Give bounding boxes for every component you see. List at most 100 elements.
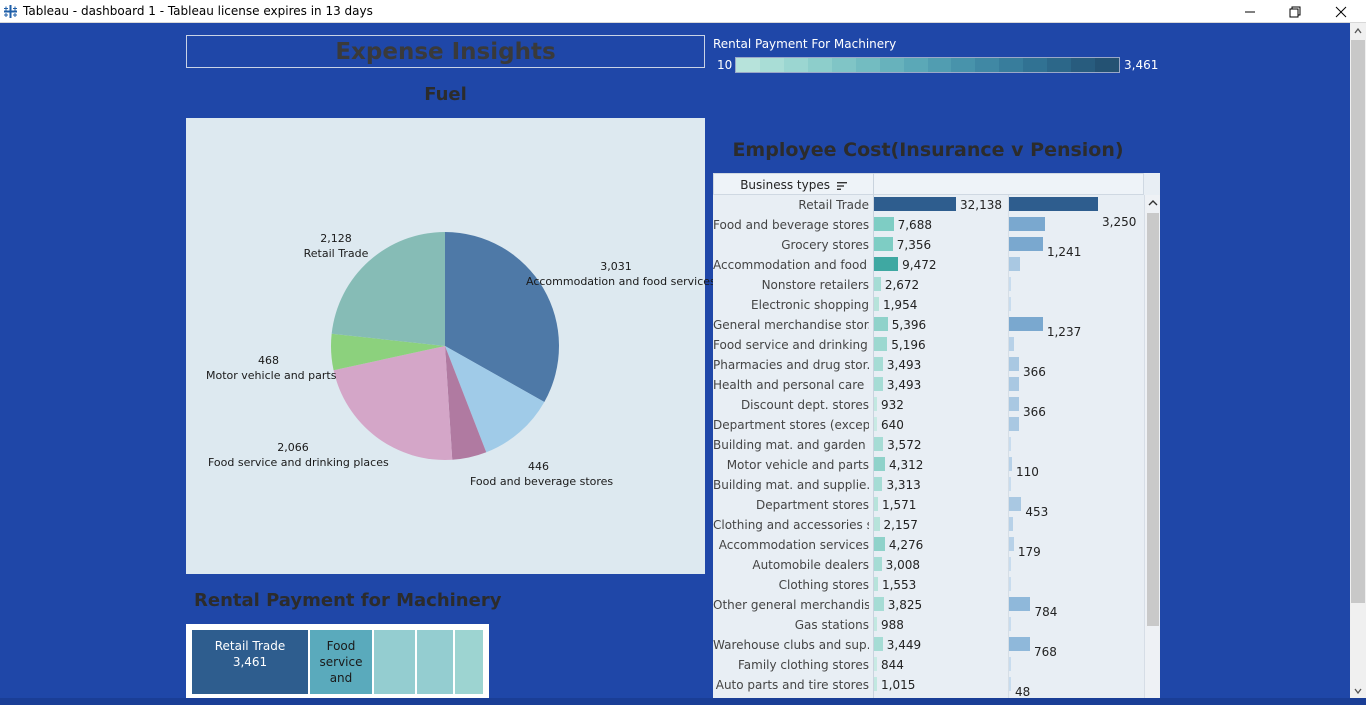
pension-bar[interactable]	[1009, 357, 1020, 371]
table-row[interactable]: Department stores (excep.. 640	[713, 415, 1144, 435]
pension-bar[interactable]	[1009, 637, 1031, 651]
insurance-bar[interactable]	[874, 677, 877, 691]
scrollbar-thumb[interactable]	[1147, 213, 1159, 626]
insurance-bar[interactable]	[874, 517, 880, 531]
scroll-up-icon[interactable]	[1148, 199, 1158, 207]
pension-bar[interactable]	[1009, 517, 1013, 531]
scrollbar-thumb[interactable]	[1351, 40, 1365, 603]
insurance-bar[interactable]	[874, 377, 883, 391]
table-row[interactable]: Pharmacies and drug stor.. 3,493 366	[713, 355, 1144, 379]
insurance-bar[interactable]	[874, 297, 879, 311]
insurance-bar[interactable]	[874, 217, 894, 231]
table-row[interactable]: Building mat. and supplie.. 3,313	[713, 475, 1144, 495]
sort-icon[interactable]	[836, 181, 848, 191]
pension-bar[interactable]	[1009, 657, 1011, 671]
pension-bar[interactable]	[1009, 197, 1098, 211]
rental-payment-treemap[interactable]: Retail Trade 3,461 Food service and	[186, 624, 489, 698]
pension-bar[interactable]	[1009, 597, 1031, 611]
table-row[interactable]: Warehouse clubs and sup.. 3,449 768	[713, 635, 1144, 659]
employee-cost-scrollbar[interactable]	[1144, 195, 1160, 698]
table-row[interactable]: Building mat. and garden .. 3,572	[713, 435, 1144, 455]
table-row[interactable]: General merchandise stor.. 5,396 1,237	[713, 315, 1144, 339]
table-row[interactable]: Retail Trade 32,138 3,250	[713, 195, 1144, 229]
insurance-bar[interactable]	[874, 577, 878, 591]
insurance-bar[interactable]	[874, 597, 884, 611]
pension-bar[interactable]	[1009, 377, 1020, 391]
table-row[interactable]: Grocery stores 7,356 1,241	[713, 235, 1144, 259]
insurance-bar[interactable]	[874, 557, 882, 571]
minimize-button[interactable]	[1227, 0, 1273, 23]
insurance-bar[interactable]	[874, 457, 885, 471]
table-row[interactable]: Clothing and accessories s.. 2,157	[713, 515, 1144, 535]
pension-bar[interactable]	[1009, 677, 1011, 691]
row-label: Auto parts and tire stores	[715, 678, 869, 692]
insurance-bar[interactable]	[874, 357, 883, 371]
insurance-bar[interactable]	[874, 197, 956, 211]
pension-bar[interactable]	[1009, 417, 1020, 431]
insurance-bar[interactable]	[874, 417, 877, 431]
legend-color-step	[879, 58, 904, 72]
pension-bar[interactable]	[1009, 497, 1022, 511]
row-label: Motor vehicle and parts	[726, 458, 869, 472]
insurance-bar[interactable]	[874, 657, 877, 671]
pension-bar[interactable]	[1009, 337, 1015, 351]
table-row[interactable]: Discount dept. stores 932 366	[713, 395, 1144, 419]
pension-bar[interactable]	[1009, 537, 1014, 551]
insurance-bar[interactable]	[874, 337, 888, 351]
pension-bar[interactable]	[1009, 217, 1045, 231]
pension-bar[interactable]	[1009, 297, 1011, 311]
pension-bar[interactable]	[1009, 317, 1043, 331]
insurance-bar[interactable]	[874, 277, 881, 291]
table-row[interactable]: Nonstore retailers 2,672	[713, 275, 1144, 295]
pension-bar[interactable]	[1009, 277, 1011, 291]
color-legend-bar[interactable]	[735, 57, 1120, 73]
table-row[interactable]: Family clothing stores 844	[713, 655, 1144, 675]
insurance-bar[interactable]	[874, 257, 899, 271]
table-row[interactable]: Electronic shopping 1,954	[713, 295, 1144, 315]
scroll-down-icon[interactable]	[1354, 688, 1362, 694]
pension-bar[interactable]	[1009, 557, 1011, 571]
fuel-pie-chart[interactable]	[186, 118, 705, 574]
pension-bar[interactable]	[1009, 457, 1012, 471]
table-row[interactable]: Automobile dealers 3,008	[713, 555, 1144, 575]
row-label: Department stores	[755, 498, 869, 512]
restore-button[interactable]	[1272, 0, 1318, 23]
insurance-bar[interactable]	[874, 537, 885, 551]
legend-color-step	[999, 58, 1024, 72]
table-row[interactable]: Health and personal care .. 3,493	[713, 375, 1144, 395]
pension-bar[interactable]	[1009, 257, 1020, 271]
close-button[interactable]	[1318, 0, 1364, 23]
table-row[interactable]: Motor vehicle and parts 4,312 110	[713, 455, 1144, 479]
table-row[interactable]: Other general merchandis.. 3,825 784	[713, 595, 1144, 619]
treemap-cell[interactable]: Food service and	[309, 629, 373, 695]
insurance-bar[interactable]	[874, 237, 893, 251]
table-row[interactable]: Accommodation and food .. 9,472	[713, 255, 1144, 275]
insurance-bar[interactable]	[874, 437, 884, 451]
insurance-bar[interactable]	[874, 497, 878, 511]
insurance-bar[interactable]	[874, 617, 877, 631]
window-scrollbar[interactable]	[1350, 23, 1366, 698]
table-row[interactable]: Auto parts and tire stores 1,015 48	[713, 675, 1144, 698]
treemap-cell[interactable]	[373, 629, 416, 695]
pension-bar[interactable]	[1009, 237, 1043, 251]
table-row[interactable]: Food service and drinking .. 5,196	[713, 335, 1144, 355]
treemap-cell[interactable]	[416, 629, 454, 695]
table-row[interactable]: Food and beverage stores 7,688	[713, 215, 1144, 235]
treemap-cell[interactable]	[454, 629, 484, 695]
business-types-header[interactable]: Business types	[714, 178, 874, 192]
table-row[interactable]: Gas stations 988	[713, 615, 1144, 635]
table-row[interactable]: Department stores 1,571 453	[713, 495, 1144, 519]
pension-bar[interactable]	[1009, 437, 1011, 451]
table-row[interactable]: Accommodation services 4,276 179	[713, 535, 1144, 559]
table-row[interactable]: Clothing stores 1,553	[713, 575, 1144, 595]
pension-bar[interactable]	[1009, 477, 1011, 491]
pension-bar[interactable]	[1009, 577, 1011, 591]
insurance-bar[interactable]	[874, 317, 888, 331]
scroll-up-icon[interactable]	[1354, 28, 1362, 34]
insurance-bar[interactable]	[874, 397, 877, 411]
pension-bar[interactable]	[1009, 617, 1011, 631]
pension-bar[interactable]	[1009, 397, 1020, 411]
treemap-cell[interactable]: Retail Trade 3,461	[191, 629, 309, 695]
insurance-bar[interactable]	[874, 637, 883, 651]
insurance-bar[interactable]	[874, 477, 883, 491]
